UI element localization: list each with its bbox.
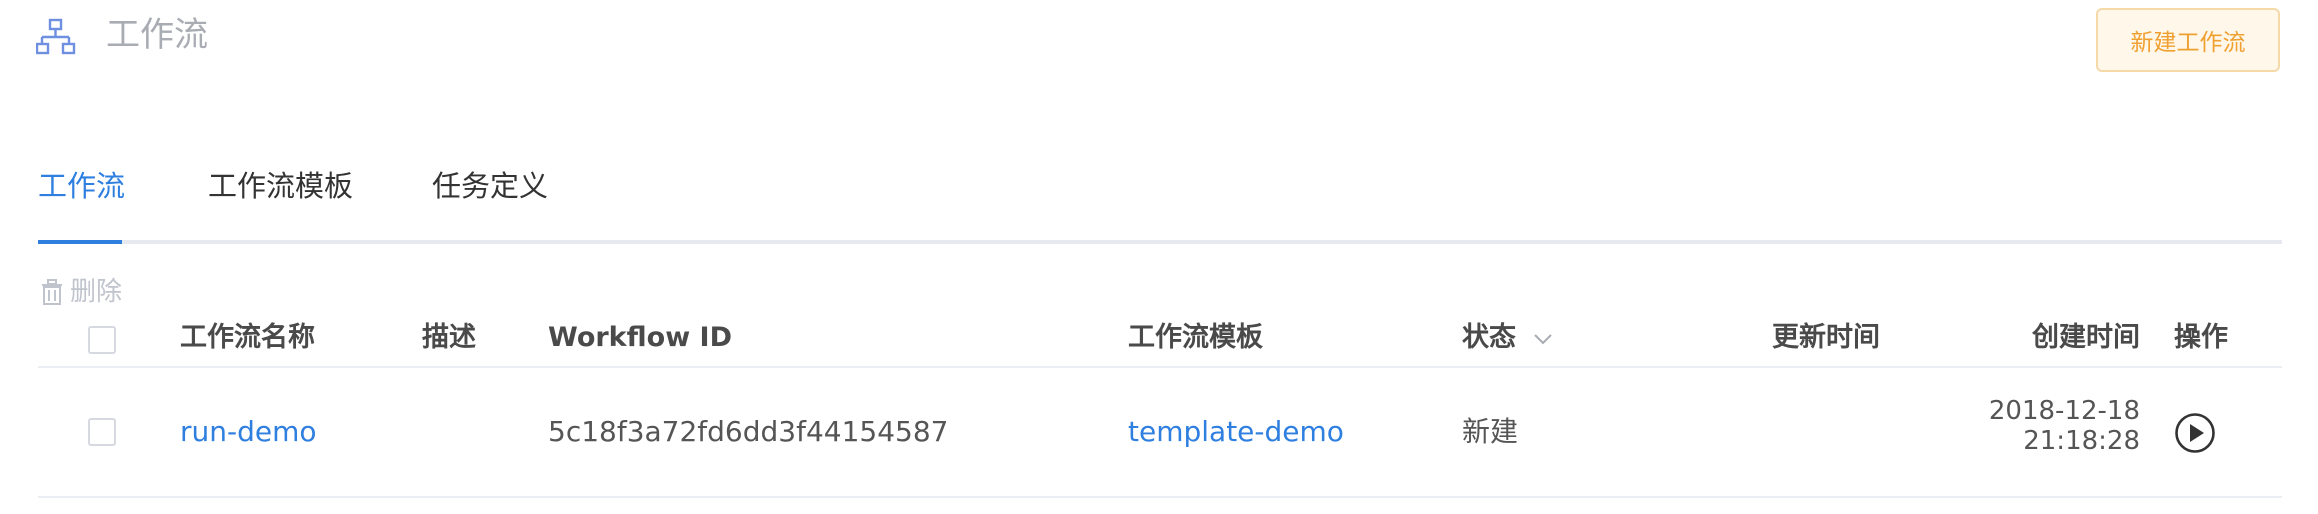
new-workflow-button[interactable]: 新建工作流 xyxy=(2096,8,2280,72)
delete-label: 删除 xyxy=(70,277,123,307)
row-checkbox[interactable] xyxy=(88,418,116,446)
workflow-table: 工作流名称 描述 Workflow ID 工作流模板 状态 更新时间 创建时间 … xyxy=(38,312,2282,498)
template-link[interactable]: template-demo xyxy=(1128,414,1344,450)
column-header-workflow-id: Workflow ID xyxy=(548,322,733,353)
workflow-icon xyxy=(36,18,76,55)
workflow-id: 5c18f3a72fd6dd3f44154587 xyxy=(548,415,949,448)
created-date: 2018-12-18 xyxy=(1988,396,2140,426)
workflow-name-link[interactable]: run-demo xyxy=(180,414,317,450)
table-header: 工作流名称 描述 Workflow ID 工作流模板 状态 更新时间 创建时间 … xyxy=(38,312,2282,368)
column-header-created: 创建时间 xyxy=(2032,322,2140,353)
column-header-updated: 更新时间 xyxy=(1772,322,1880,353)
delete-button[interactable]: 删除 xyxy=(38,274,122,310)
tab-task-definition[interactable]: 任务定义 xyxy=(432,166,548,206)
column-header-template: 工作流模板 xyxy=(1128,322,1263,353)
table-row: run-demo 5c18f3a72fd6dd3f44154587 templa… xyxy=(38,368,2282,498)
status-value: 新建 xyxy=(1462,415,1519,448)
created-time: 2018-12-18 21:18:28 xyxy=(1989,396,2140,456)
column-header-description: 描述 xyxy=(422,322,476,353)
active-tab-indicator xyxy=(38,240,122,244)
column-header-actions: 操作 xyxy=(2174,322,2228,353)
column-header-name: 工作流名称 xyxy=(180,322,315,353)
play-icon[interactable] xyxy=(2174,412,2216,454)
trash-icon xyxy=(42,279,62,305)
tab-bar: 工作流 工作流模板 任务定义 xyxy=(38,150,2282,244)
page-title: 工作流 xyxy=(106,15,208,55)
workflow-page: 工作流 新建工作流 工作流 工作流模板 任务定义 删除 工作流名称 描述 Wor… xyxy=(0,0,2318,514)
tab-workflow-template[interactable]: 工作流模板 xyxy=(208,166,353,206)
chevron-down-icon xyxy=(1534,333,1553,344)
column-header-status-label: 状态 xyxy=(1462,322,1516,353)
column-header-status[interactable]: 状态 xyxy=(1462,320,1553,356)
tab-workflow[interactable]: 工作流 xyxy=(38,166,125,206)
created-clock: 21:18:28 xyxy=(2023,426,2140,456)
select-all-checkbox[interactable] xyxy=(88,326,116,354)
